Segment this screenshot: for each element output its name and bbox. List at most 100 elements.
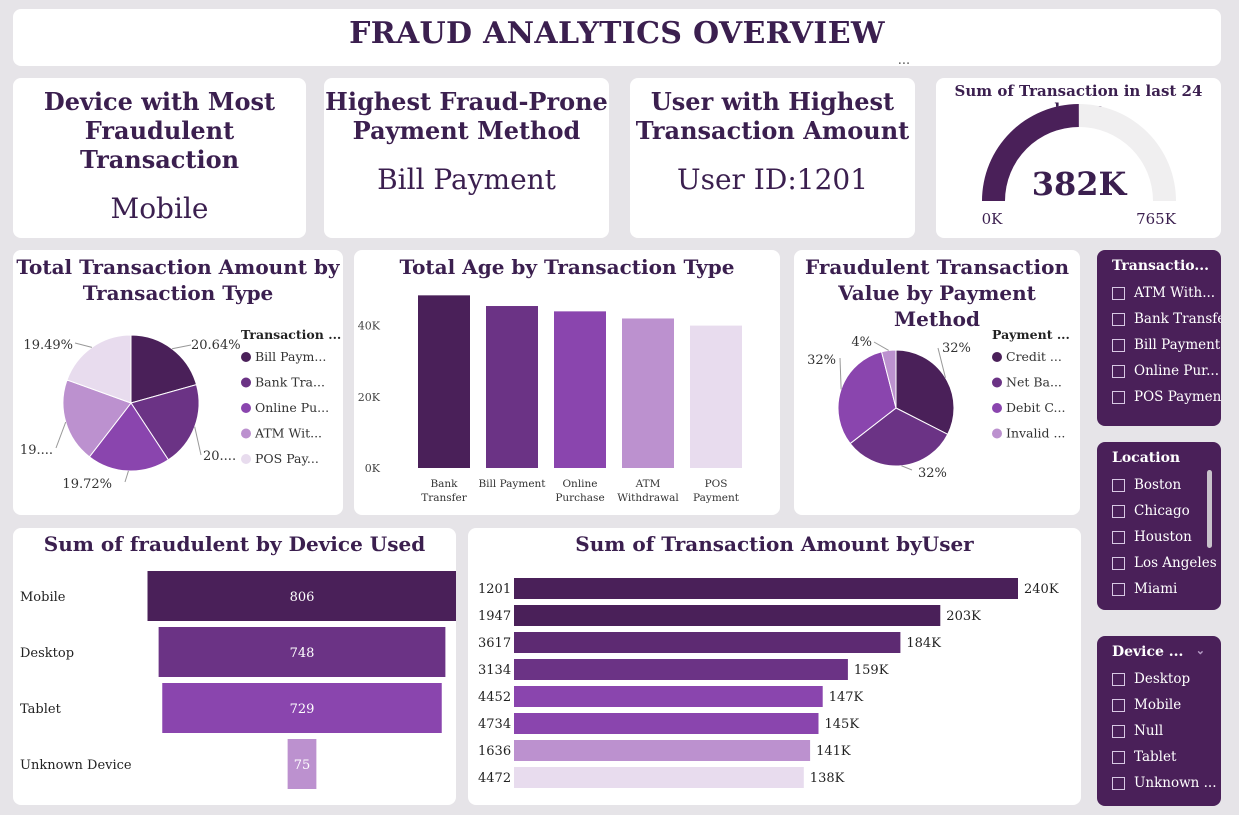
pie-leader-line	[124, 470, 129, 483]
checkbox[interactable]	[1112, 698, 1125, 712]
kpi-title-line: Transaction Amount	[635, 116, 910, 145]
slicer-scrollbar[interactable]	[1207, 470, 1212, 548]
slicer-option[interactable]: Null	[1112, 718, 1221, 744]
slicer-option[interactable]: Miami	[1112, 576, 1221, 602]
user-id-label: 1201	[478, 582, 511, 597]
pie-leader-line	[839, 357, 842, 390]
legend-marker	[992, 403, 1002, 413]
hbar[interactable]	[514, 713, 819, 734]
chart-title-line: Total Transaction Amount by	[16, 255, 340, 279]
legend-title: Payment ...	[992, 327, 1070, 342]
legend-label: Net Ba...	[1006, 375, 1062, 390]
checkbox[interactable]	[1112, 504, 1125, 518]
pie-data-label: 32%	[807, 353, 836, 368]
hbar[interactable]	[514, 767, 804, 788]
legend-marker	[992, 428, 1002, 439]
funnel-value-label: 75	[294, 758, 311, 773]
kpi-title-line: Device with Most	[43, 87, 276, 116]
checkbox[interactable]	[1112, 672, 1125, 686]
hbar[interactable]	[514, 605, 941, 626]
chart-title: Total Transaction Amount by Transaction …	[13, 254, 343, 306]
hbar-value-label: 184K	[906, 636, 941, 651]
legend-label: Debit C...	[1006, 400, 1065, 415]
x-tick-label: Purchase	[555, 492, 604, 504]
slicer-option[interactable]: POS Payment	[1112, 384, 1221, 410]
funnel-category-label: Unknown Device	[20, 758, 132, 773]
hbar[interactable]	[514, 686, 823, 707]
checkbox[interactable]	[1112, 724, 1125, 738]
slicer-option[interactable]: Houston	[1112, 524, 1221, 550]
bar[interactable]	[622, 318, 674, 468]
checkbox[interactable]	[1112, 478, 1125, 492]
chevron-down-icon[interactable]: ⌄	[1196, 644, 1205, 657]
gauge-svg: 382K 0K 765K	[982, 104, 1177, 228]
legend-marker	[241, 352, 251, 362]
slicer-option[interactable]: Tablet	[1112, 744, 1221, 770]
slicer-option[interactable]: ATM With...	[1112, 280, 1221, 306]
bar[interactable]	[486, 306, 538, 468]
slicer-location: Location Boston Chicago Houston Los Angeles…	[1097, 442, 1221, 610]
slicer-option-label: Desktop	[1134, 671, 1191, 687]
user-id-label: 4472	[478, 771, 511, 786]
user-id-label: 1636	[478, 744, 511, 759]
checkbox[interactable]	[1112, 312, 1125, 326]
hbar-value-label: 141K	[816, 744, 851, 759]
slicer-option-label: Boston	[1134, 477, 1182, 493]
kpi-title: User with Highest Transaction Amount	[636, 87, 909, 145]
funnel-value-label: 729	[290, 702, 315, 717]
hbar[interactable]	[514, 578, 1018, 599]
slicer-option[interactable]: Los Angeles	[1112, 550, 1221, 576]
legend-label: Credit ...	[1006, 349, 1062, 364]
slicer-option[interactable]: Unknown ...	[1112, 770, 1221, 796]
pie-leader-line	[55, 421, 67, 449]
slicer-option-label: Tablet	[1134, 749, 1177, 765]
legend-marker	[992, 377, 1002, 388]
slicer-option[interactable]: Mobile	[1112, 692, 1221, 718]
pie-data-label: 32%	[942, 341, 971, 356]
pie-data-label: 4%	[851, 335, 872, 350]
slicer-option[interactable]: Bill Payment	[1112, 332, 1221, 358]
checkbox[interactable]	[1112, 556, 1125, 570]
slicer-title: Device ... ⌄	[1112, 644, 1221, 660]
checkbox[interactable]	[1112, 364, 1125, 378]
checkbox[interactable]	[1112, 776, 1125, 790]
slicer-device: Device ... ⌄ Desktop Mobile Null Tablet Unkn…	[1097, 636, 1221, 806]
pie-data-label: 20.64%	[191, 338, 241, 353]
checkbox[interactable]	[1112, 338, 1125, 352]
pie-data-label: 19.72%	[62, 477, 112, 492]
gauge-card: Sum of Transaction in last 24 hours 382K…	[936, 78, 1221, 238]
slicer-option-label: Unknown ...	[1134, 775, 1217, 791]
bar[interactable]	[418, 295, 470, 468]
x-tick-label: Transfer	[421, 492, 468, 504]
legend-label: ATM Wit...	[254, 426, 322, 441]
slicer-option[interactable]: Chicago	[1112, 498, 1221, 524]
kpi-title-line: Highest Fraud-Prone	[325, 87, 608, 116]
x-tick-label: Bill Payment	[478, 478, 546, 490]
bar[interactable]	[690, 325, 742, 468]
kpi-title-line: Fraudulent Transaction	[79, 116, 240, 174]
hbar[interactable]	[514, 632, 901, 653]
slicer-option[interactable]: Desktop	[1112, 666, 1221, 692]
funnel-category-label: Tablet	[20, 702, 62, 717]
kpi-value: Mobile	[110, 192, 209, 225]
hbar[interactable]	[514, 740, 811, 761]
hbar[interactable]	[514, 659, 848, 680]
checkbox[interactable]	[1112, 390, 1125, 404]
slicer-option[interactable]: Bank Transfer	[1112, 306, 1221, 332]
pie-leader-line	[873, 341, 889, 351]
checkbox[interactable]	[1112, 582, 1125, 596]
kpi-card-payment-method: Highest Fraud-Prone Payment Method Bill …	[324, 78, 609, 238]
slicer-title: Transactio...	[1112, 258, 1210, 274]
checkbox[interactable]	[1112, 530, 1125, 544]
slicer-option-label: Online Pur...	[1134, 363, 1219, 379]
legend-label: Invalid ...	[1006, 426, 1065, 441]
bar[interactable]	[554, 311, 606, 468]
checkbox[interactable]	[1112, 750, 1125, 764]
user-id-label: 1947	[478, 609, 511, 624]
slicer-option-label: Bill Payment	[1134, 337, 1221, 353]
slicer-option[interactable]: Online Pur...	[1112, 358, 1221, 384]
more-options-icon[interactable]: ...	[893, 54, 915, 70]
checkbox[interactable]	[1112, 286, 1125, 300]
slicer-option[interactable]: Boston	[1112, 472, 1221, 498]
page-title: FRAUD ANALYTICS OVERVIEW	[349, 16, 885, 51]
